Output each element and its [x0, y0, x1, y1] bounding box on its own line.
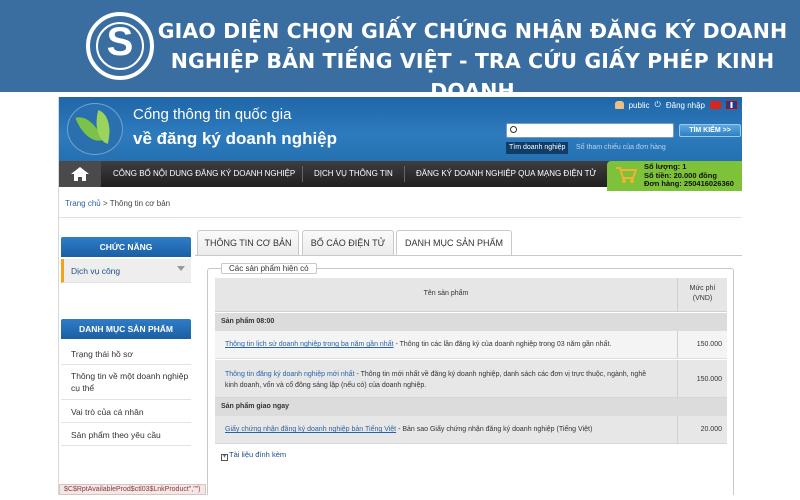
sidebar-item-public-service[interactable]: Dịch vụ công: [61, 259, 191, 283]
search-tab-business[interactable]: Tìm doanh nghiệp: [506, 142, 569, 154]
status-bar: $C$RptAvailableProd$ctl03$LnkProduct",""…: [59, 484, 206, 495]
sidebar-item-individual-role[interactable]: Vai trò của cá nhân: [61, 401, 191, 423]
article-banner: S GIAO DIỆN CHỌN GIẤY CHỨNG NHẬN ĐĂNG KÝ…: [0, 0, 800, 103]
group-row: Sản phẩm 08:00: [215, 313, 727, 331]
sidebar-functions-header: CHỨC NĂNG: [61, 237, 191, 257]
plus-box-icon: +: [221, 454, 228, 461]
products-legend: Các sản phẩm hiện có: [221, 263, 317, 274]
search-input[interactable]: [506, 123, 674, 138]
breadcrumb-home[interactable]: Trang chủ: [65, 199, 101, 208]
tab-product-catalog[interactable]: DANH MỤC SẢN PHẨM: [396, 230, 512, 256]
table-row: Thông tin đăng ký doanh nghiệp mới nhất …: [215, 360, 727, 398]
tab-electronic-notice[interactable]: BỐ CÁO ĐIỆN TỬ: [302, 230, 394, 255]
table-row: Thông tin lịch sử doanh nghiệp trong ba …: [215, 331, 727, 359]
product-link-latest[interactable]: Thông tin đăng ký doanh nghiệp mới nhất: [225, 371, 355, 378]
cart-summary: Số lượng: 1 Số tiền: 20.000 đồng Đơn hàn…: [644, 162, 734, 188]
portal-title-line2: về đăng ký doanh nghiệp: [133, 129, 338, 148]
nav-item-publish[interactable]: CÔNG BỐ NỘI DUNG ĐĂNG KÝ DOANH NGHIỆP: [113, 161, 295, 187]
table-row: Giấy chứng nhận đăng ký doanh nghiệp bản…: [215, 416, 727, 444]
login-link[interactable]: Đăng nhập: [666, 101, 705, 110]
vietnam-flag-icon[interactable]: [710, 101, 721, 109]
banner-title: GIAO DIỆN CHỌN GIẤY CHỨNG NHẬN ĐĂNG KÝ D…: [157, 19, 788, 103]
search-button[interactable]: TÌM KIẾM >>: [679, 124, 741, 137]
user-name[interactable]: public: [629, 101, 650, 110]
nav-item-online-registration[interactable]: ĐĂNG KÝ DOANH NGHIỆP QUA MẠNG ĐIỆN TỬ: [416, 161, 596, 187]
user-icon: [614, 101, 624, 109]
sidebar-products-header: DANH MỤC SẢN PHẨM: [61, 319, 191, 339]
group-row: Sản phẩm giao ngay: [215, 398, 727, 416]
nav-item-info-service[interactable]: DỊCH VỤ THÔNG TIN: [314, 161, 393, 187]
header-toolbar: public ⏻ Đăng nhập: [614, 100, 737, 110]
search-tab-order-ref[interactable]: Số tham chiếu của đơn hàng: [573, 142, 669, 154]
portal-header: Cổng thông tin quốc gia về đăng ký doanh…: [59, 97, 742, 161]
cart-icon: [616, 167, 637, 183]
uk-flag-icon[interactable]: [726, 101, 737, 109]
home-icon[interactable]: [59, 161, 101, 187]
chevron-down-icon: [177, 266, 185, 271]
search-icon: [510, 126, 517, 133]
portal-logo-icon: [67, 103, 123, 155]
portal-title-line1: Cổng thông tin quốc gia: [133, 106, 292, 123]
sidebar-item-on-demand[interactable]: Sản phẩm theo yêu cầu: [61, 424, 191, 446]
sidebar-item-company-info[interactable]: Thông tin về một doanh nghiệp cụ thể: [61, 366, 191, 400]
table-header: Tên sản phẩm Mức phí (VND): [215, 278, 727, 312]
power-icon: ⏻: [654, 100, 661, 109]
breadcrumb: Trang chủ > Thông tin cơ bản: [65, 199, 171, 208]
dollar-coin-icon: S: [86, 12, 154, 80]
product-link-history[interactable]: Thông tin lịch sử doanh nghiệp trong ba …: [225, 341, 394, 348]
sidebar-item-status[interactable]: Trạng thái hồ sơ: [61, 343, 191, 365]
breadcrumb-current: Thông tin cơ bản: [109, 199, 171, 208]
attachments-toggle[interactable]: + Tài liệu đính kèm: [221, 450, 286, 461]
product-link-certificate-vn[interactable]: Giấy chứng nhận đăng ký doanh nghiệp bản…: [225, 426, 396, 433]
tab-basic-info[interactable]: THÔNG TIN CƠ BẢN: [197, 230, 299, 255]
portal-screenshot: Cổng thông tin quốc gia về đăng ký doanh…: [58, 97, 742, 495]
shopping-cart[interactable]: Số lượng: 1 Số tiền: 20.000 đồng Đơn hàn…: [607, 161, 742, 191]
